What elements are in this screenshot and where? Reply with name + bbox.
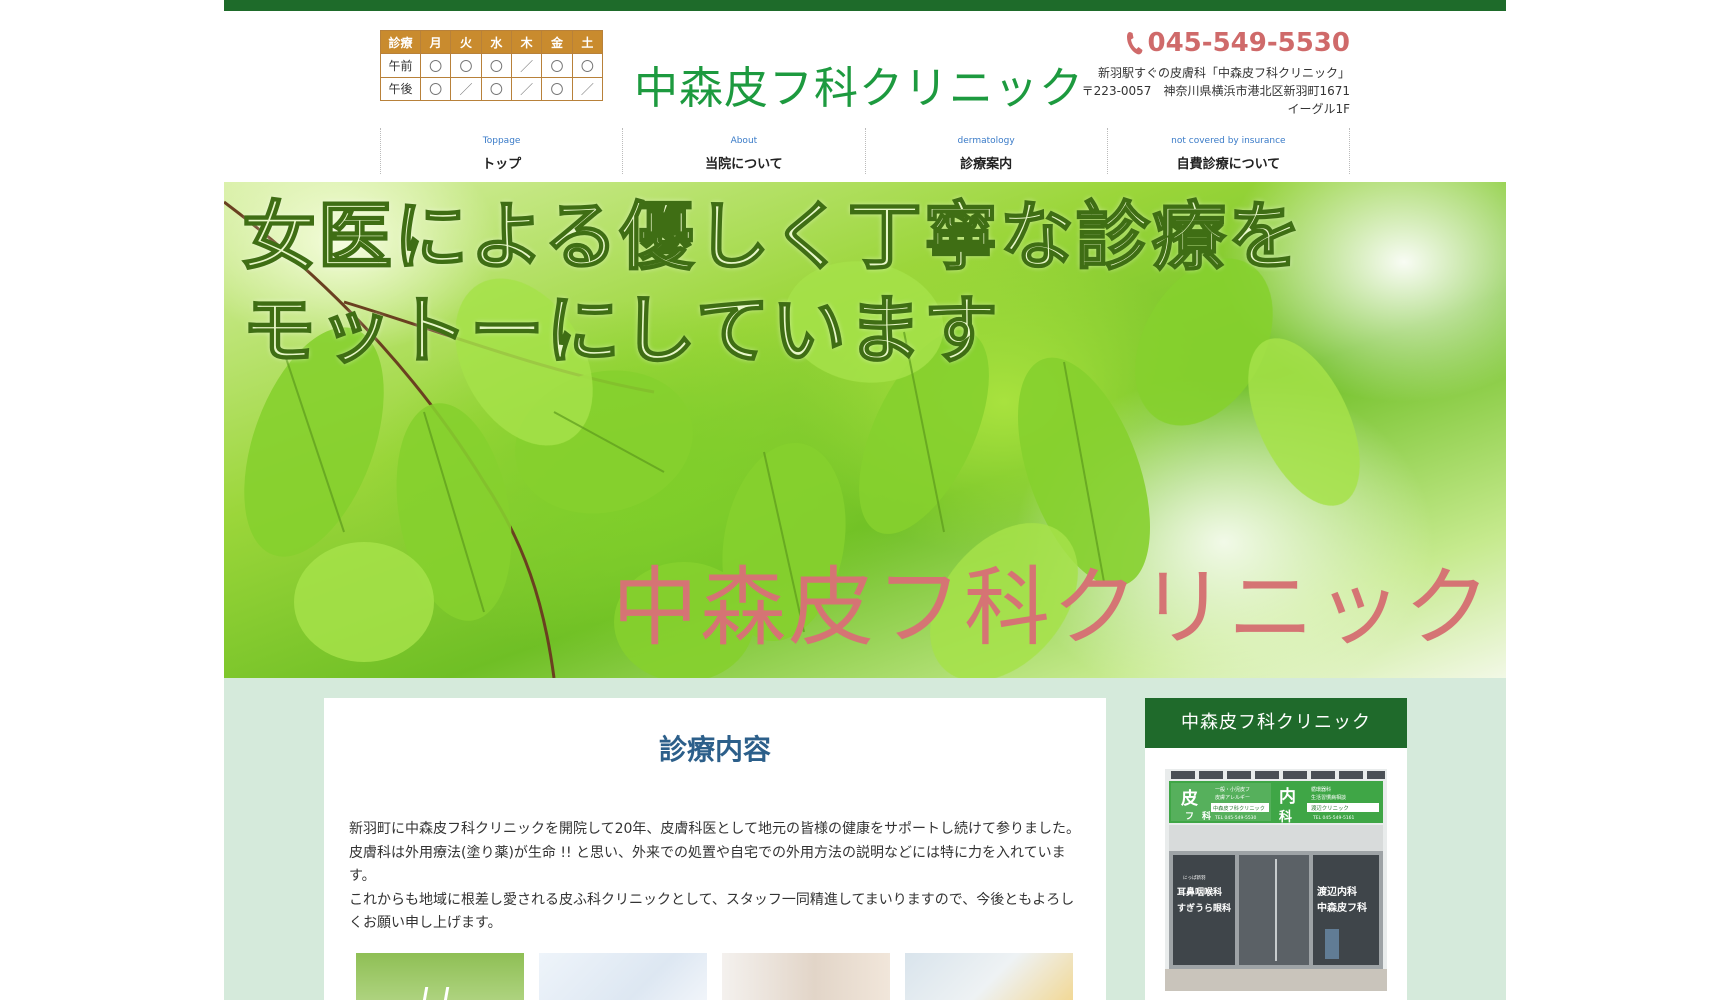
hero-headline-line: モットーにしています bbox=[241, 287, 1000, 375]
sidebar-title: 中森皮フ科クリニック bbox=[1145, 698, 1407, 748]
sign-text: TEL 045-549-5530 bbox=[1214, 815, 1257, 821]
nav-item-en-label: About bbox=[730, 136, 758, 146]
sign-text: 生活習慣病相談 bbox=[1311, 794, 1346, 801]
content-area: 診療内容 新羽町に中森皮フ科クリニックを開院して20年、皮膚科医として地元の皆様… bbox=[224, 678, 1506, 1000]
schedule-row-label: 午後 bbox=[380, 76, 421, 102]
nav-item-en-label: not covered by insurance bbox=[1171, 136, 1286, 146]
schedule-mark: 〇 bbox=[541, 53, 573, 78]
main-content-card: 診療内容 新羽町に中森皮フ科クリニックを開院して20年、皮膚科医として地元の皆様… bbox=[324, 698, 1106, 1000]
nav-item-label: 診療案内 bbox=[960, 157, 1013, 172]
service-thumbnails bbox=[356, 953, 1073, 1000]
schedule-mark: 〇 bbox=[419, 76, 452, 102]
hero-headline: 女医による優しく丁寧な診療を モットーにしています bbox=[241, 190, 1304, 378]
schedule-corner: 診療 bbox=[380, 29, 421, 55]
sign-character: 科 bbox=[1202, 810, 1211, 822]
door-text: 渡辺内科 bbox=[1317, 885, 1357, 898]
sign-text: 渡辺クリニック bbox=[1311, 804, 1349, 812]
nav-item-en-label: Toppage bbox=[482, 136, 521, 146]
schedule-row-label: 午前 bbox=[380, 53, 421, 78]
nav-item-dermatology[interactable]: dermatology 診療案内 bbox=[866, 128, 1108, 174]
schedule-day: 土 bbox=[571, 29, 604, 55]
sign-text: 循環器科 bbox=[1311, 786, 1331, 793]
phone-icon bbox=[1126, 31, 1144, 55]
schedule-day: 金 bbox=[541, 29, 573, 55]
sign-character: 皮 bbox=[1181, 788, 1198, 809]
intro-paragraph: 新羽町に中森皮フ科クリニックを開院して20年、皮膚科医として地元の皆様の健康をサ… bbox=[349, 821, 1080, 884]
phone-number-link[interactable]: 045-549-5530 bbox=[1126, 28, 1351, 58]
clinic-logo[interactable]: 中森皮フ科クリニック bbox=[634, 52, 1084, 116]
door-text: にっぱ新羽 bbox=[1183, 874, 1206, 881]
schedule-day: 木 bbox=[510, 29, 543, 55]
nav-item-about[interactable]: About 当院について bbox=[623, 128, 866, 174]
sign-text: TEL 045-549-5161 bbox=[1312, 815, 1355, 821]
office-hours-table: 診療 月 火 水 木 金 土 午前 〇 〇 〇 ／ 〇 〇 午後 〇 ／ 〇 ／… bbox=[380, 29, 604, 102]
clinic-info: 新羽駅すぐの皮膚科「中森皮フ科クリニック」 〒223-0057 神奈川県横浜市港… bbox=[1082, 64, 1350, 118]
service-thumbnail[interactable] bbox=[905, 953, 1073, 1000]
schedule-mark: 〇 bbox=[541, 76, 573, 102]
service-thumbnail[interactable] bbox=[722, 953, 890, 1000]
intro-text: 新羽町に中森皮フ科クリニックを開院して20年、皮膚科医として地元の皆様の健康をサ… bbox=[349, 818, 1084, 936]
schedule-day: 月 bbox=[419, 29, 452, 55]
schedule-mark: ／ bbox=[571, 76, 604, 102]
address-line: 〒223-0057 神奈川県横浜市港北区新羽町1671 bbox=[1081, 84, 1350, 98]
top-accent-bar bbox=[224, 0, 1506, 11]
nav-item-label: 当院について bbox=[705, 157, 783, 172]
global-nav: Toppage トップ About 当院について dermatology 診療案… bbox=[380, 128, 1350, 174]
door-text: 中森皮フ科 bbox=[1317, 901, 1367, 914]
nav-item-label: 自費診療について bbox=[1176, 157, 1281, 172]
sidebar-clinic-card: 中森皮フ科クリニック 皮 フ 科 一般・小児皮フ 皮膚アレルギー 中森皮フ科クリ… bbox=[1145, 698, 1407, 1000]
nav-item-label: トップ bbox=[482, 157, 522, 172]
phone-number: 045-549-5530 bbox=[1147, 28, 1351, 58]
tagline: 新羽駅すぐの皮膚科「中森皮フ科クリニック」 bbox=[1097, 66, 1350, 80]
service-thumbnail[interactable] bbox=[356, 953, 524, 1000]
hero-headline-line: 女医による優しく丁寧な診療を bbox=[241, 193, 1304, 281]
sign-text: 皮膚アレルギー bbox=[1215, 794, 1250, 801]
sign-character: フ bbox=[1185, 812, 1194, 822]
schedule-day: 火 bbox=[450, 29, 482, 55]
intro-paragraph: これからも地域に根差し愛される皮ふ科クリニックとして、スタッフ一同精進してまいり… bbox=[349, 891, 1075, 932]
service-thumbnail[interactable] bbox=[539, 953, 707, 1000]
sign-text: 一般・小児皮フ bbox=[1215, 786, 1250, 793]
schedule-mark: ／ bbox=[450, 76, 482, 102]
hero-banner: 女医による優しく丁寧な診療を モットーにしています 中森皮フ科クリニック bbox=[224, 182, 1506, 678]
nav-item-top[interactable]: Toppage トップ bbox=[381, 128, 624, 174]
address-line: イーグル1F bbox=[1287, 102, 1350, 116]
schedule-mark: 〇 bbox=[450, 53, 482, 78]
sign-character: 科 bbox=[1279, 809, 1292, 825]
sign-text: 中森皮フ科クリニック bbox=[1213, 804, 1265, 812]
hero-clinic-name: 中森皮フ科クリニック bbox=[612, 558, 1492, 658]
nav-item-self-pay[interactable]: not covered by insurance 自費診療について bbox=[1108, 128, 1350, 174]
door-text: 耳鼻咽喉科 bbox=[1177, 886, 1222, 898]
clinic-storefront-photo: 皮 フ 科 一般・小児皮フ 皮膚アレルギー 中森皮フ科クリニック TEL 045… bbox=[1165, 769, 1387, 991]
door-text: すぎうら眼科 bbox=[1177, 902, 1231, 914]
schedule-day: 水 bbox=[480, 29, 512, 55]
sign-character: 内 bbox=[1279, 786, 1296, 807]
schedule-mark: ／ bbox=[510, 76, 543, 102]
nav-item-en-label: dermatology bbox=[957, 136, 1015, 146]
schedule-mark: 〇 bbox=[480, 76, 512, 102]
schedule-mark: 〇 bbox=[419, 53, 452, 78]
schedule-mark: ／ bbox=[510, 53, 543, 78]
section-title: 診療内容 bbox=[658, 733, 771, 766]
schedule-mark: 〇 bbox=[571, 53, 604, 78]
schedule-mark: 〇 bbox=[480, 53, 512, 78]
